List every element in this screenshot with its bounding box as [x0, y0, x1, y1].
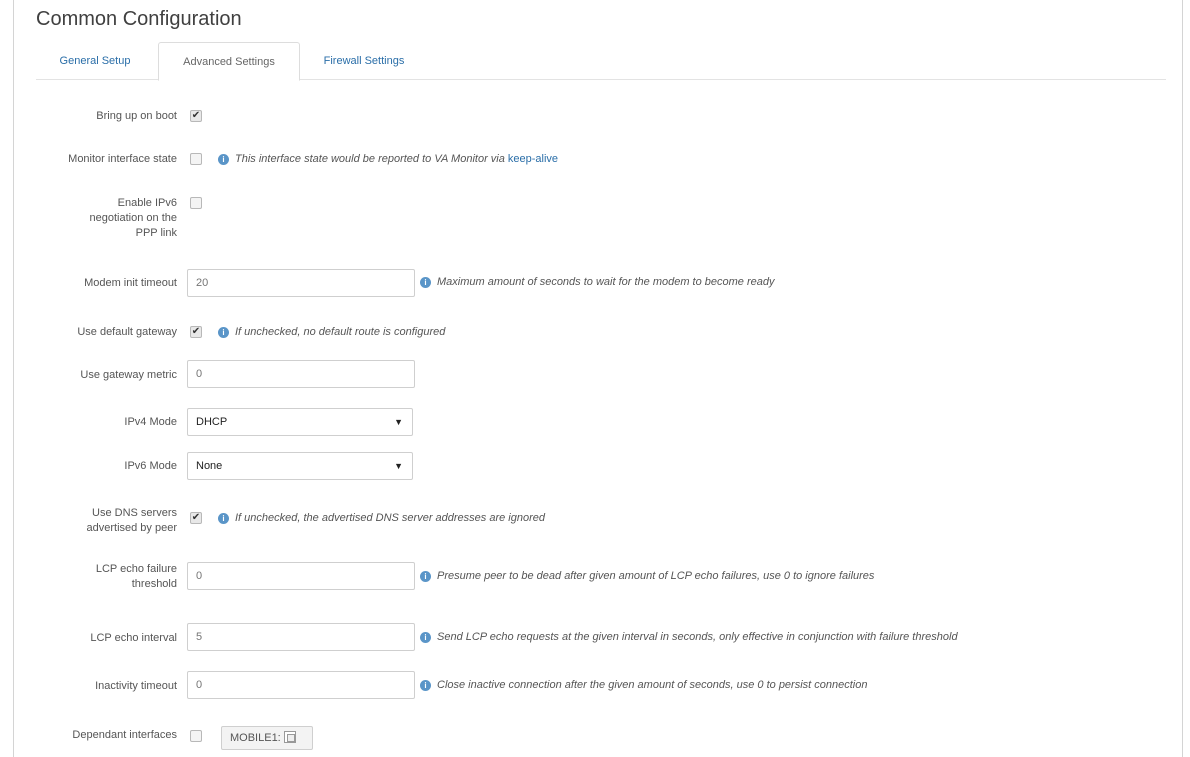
bring-up-on-boot-label: Bring up on boot — [96, 110, 177, 122]
lcp-echo-failure-input[interactable] — [187, 562, 415, 590]
ipv4-mode-label: IPv4 Mode — [124, 416, 177, 428]
lcp-echo-failure-hint: Presume peer to be dead after given amou… — [437, 570, 875, 582]
ipv6-mode-select[interactable]: None ▼ — [187, 452, 413, 480]
use-gateway-metric-input[interactable] — [187, 360, 415, 388]
use-default-gateway-hint: If unchecked, no default route is config… — [235, 326, 446, 338]
lcp-echo-interval-label: LCP echo interval — [90, 632, 177, 644]
info-icon: i — [420, 680, 431, 691]
info-icon: i — [218, 327, 229, 338]
monitor-interface-state-checkbox[interactable] — [190, 153, 202, 165]
dependant-interface-tag[interactable]: MOBILE1: — [221, 726, 313, 750]
inactivity-timeout-hint: Close inactive connection after the give… — [437, 679, 868, 691]
dependant-interface-tag-label: MOBILE1: — [230, 732, 281, 744]
dependant-interfaces-checkbox[interactable] — [190, 730, 202, 742]
copy-icon[interactable] — [283, 731, 296, 743]
section-title: Common Configuration — [36, 8, 242, 30]
modem-init-timeout-label: Modem init timeout — [84, 277, 177, 289]
chevron-down-icon: ▼ — [394, 417, 403, 427]
enable-ipv6-checkbox[interactable] — [190, 197, 202, 209]
inactivity-timeout-input[interactable] — [187, 671, 415, 699]
monitor-interface-state-label: Monitor interface state — [68, 153, 177, 165]
inactivity-timeout-label: Inactivity timeout — [95, 680, 177, 692]
ipv4-mode-select[interactable]: DHCP ▼ — [187, 408, 413, 436]
info-icon: i — [420, 277, 431, 288]
tab-advanced-settings[interactable]: Advanced Settings — [158, 42, 300, 81]
tab-firewall-settings[interactable]: Firewall Settings — [304, 42, 424, 80]
ipv4-mode-value: DHCP — [196, 416, 228, 428]
tab-general-setup[interactable]: General Setup — [36, 42, 154, 80]
chevron-down-icon: ▼ — [394, 461, 403, 471]
info-icon: i — [420, 632, 431, 643]
info-icon: i — [218, 513, 229, 524]
use-dns-servers-label: Use DNS servers advertised by peer — [86, 507, 178, 534]
tab-bar: General Setup Advanced Settings Firewall… — [36, 42, 1166, 81]
use-gateway-metric-label: Use gateway metric — [80, 369, 177, 381]
use-dns-servers-checkbox[interactable]: ✔ — [190, 512, 202, 524]
modem-init-timeout-hint: Maximum amount of seconds to wait for th… — [437, 276, 775, 288]
lcp-echo-interval-hint: Send LCP echo requests at the given inte… — [437, 631, 958, 643]
use-default-gateway-label: Use default gateway — [77, 326, 177, 338]
keep-alive-link[interactable]: keep-alive — [508, 153, 558, 165]
lcp-echo-failure-label: LCP echo failure threshold — [95, 563, 177, 590]
use-default-gateway-checkbox[interactable]: ✔ — [190, 326, 202, 338]
enable-ipv6-label: Enable IPv6 negotiation on the PPP link — [89, 197, 177, 239]
info-icon: i — [420, 571, 431, 582]
bring-up-on-boot-checkbox[interactable]: ✔ — [190, 110, 202, 122]
monitor-interface-state-hint: This interface state would be reported t… — [235, 153, 559, 165]
lcp-echo-interval-input[interactable] — [187, 623, 415, 651]
use-dns-servers-hint: If unchecked, the advertised DNS server … — [235, 512, 545, 524]
dependant-interfaces-label: Dependant interfaces — [72, 729, 177, 741]
ipv6-mode-value: None — [196, 460, 223, 472]
modem-init-timeout-input[interactable] — [187, 269, 415, 297]
info-icon: i — [218, 154, 229, 165]
ipv6-mode-label: IPv6 Mode — [124, 460, 177, 472]
